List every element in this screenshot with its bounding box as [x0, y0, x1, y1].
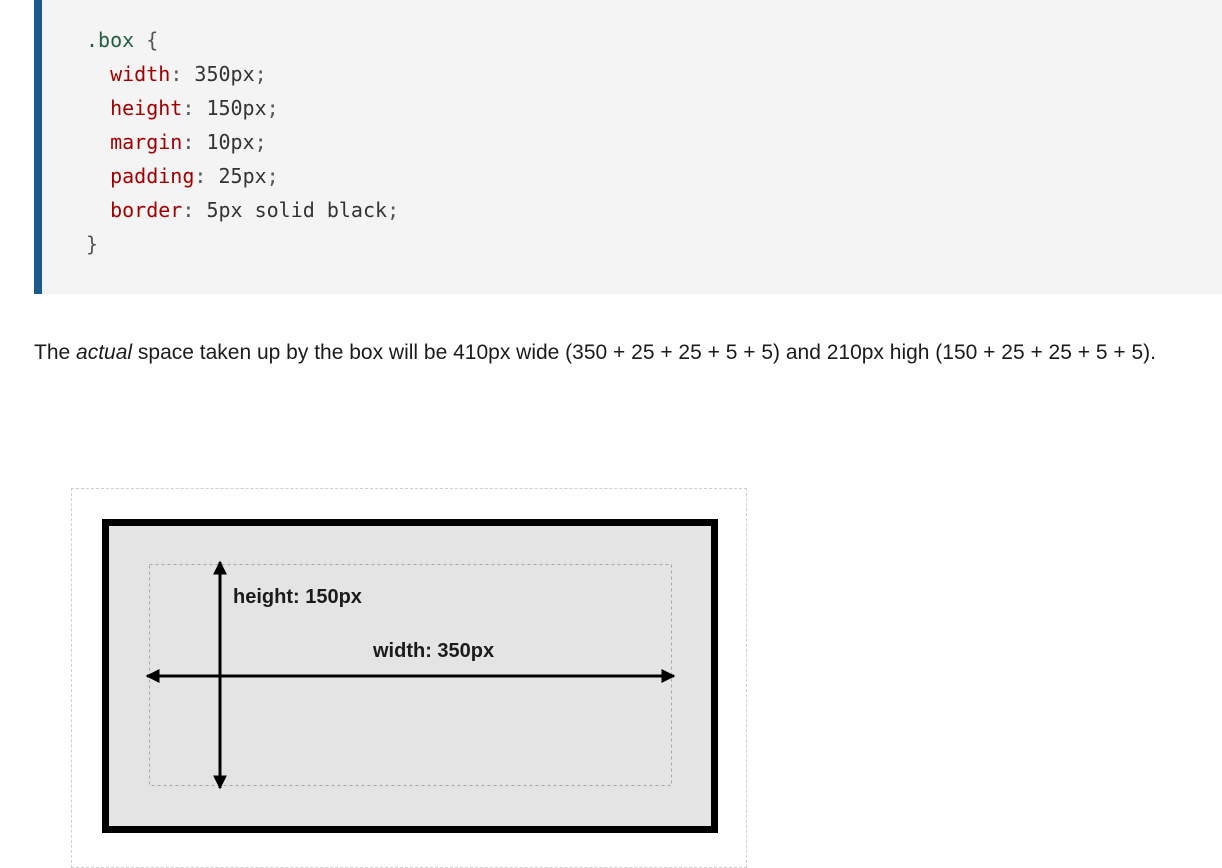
width-label: width: 350px	[372, 640, 494, 662]
diagram-svg: height: 150px width: 350px	[102, 519, 718, 833]
box-model-diagram: height: 150px width: 350px	[71, 488, 747, 868]
height-label: height: 150px	[233, 586, 362, 608]
